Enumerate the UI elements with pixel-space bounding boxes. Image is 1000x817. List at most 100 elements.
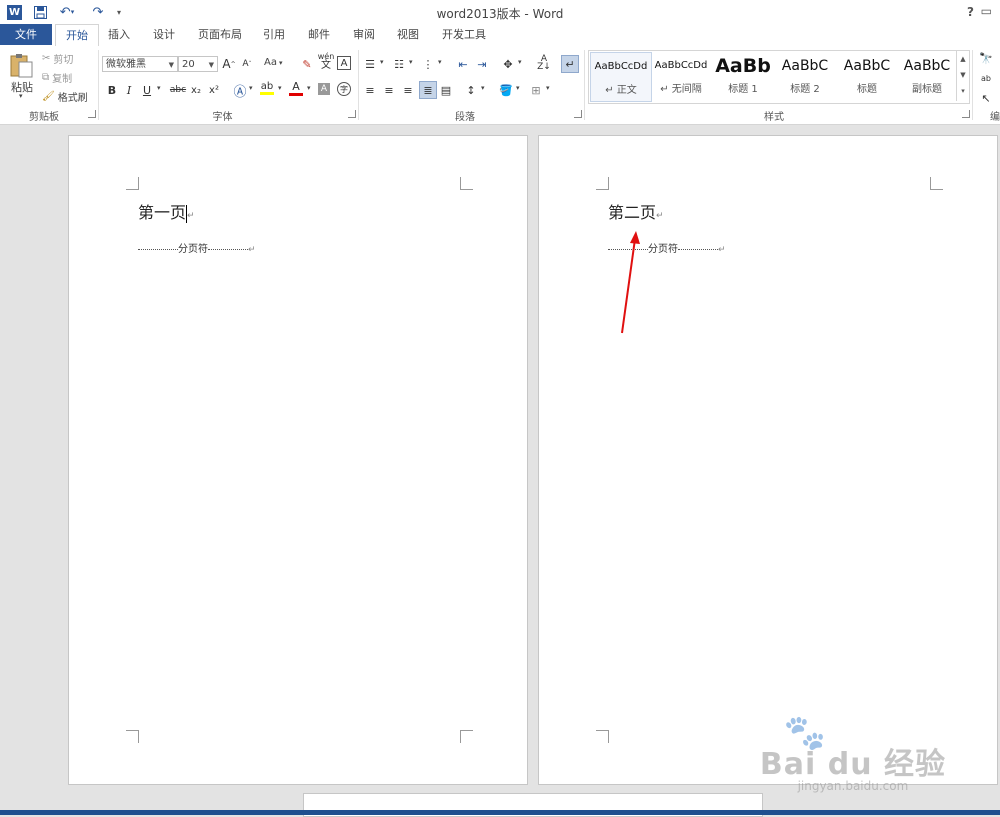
- tab-insert[interactable]: 插入: [103, 24, 135, 45]
- distributed-icon[interactable]: ▤: [438, 82, 454, 98]
- page-1[interactable]: 第一页↵ 分页符 ↵: [68, 135, 528, 785]
- underline-dropdown-icon[interactable]: ▾: [157, 84, 161, 92]
- multilevel-list-icon[interactable]: ⋮: [420, 56, 436, 72]
- chinese-layout-icon[interactable]: ✥: [500, 56, 516, 72]
- font-size-combo[interactable]: 20 ▼: [178, 56, 218, 72]
- tab-design[interactable]: 设计: [148, 24, 180, 45]
- strikethrough-button[interactable]: abc: [168, 82, 188, 98]
- increase-indent-icon[interactable]: ⇥: [474, 56, 490, 72]
- bullets-dropdown-icon[interactable]: ▾: [380, 58, 384, 66]
- paragraph-mark-icon: ↵: [248, 245, 256, 255]
- show-hide-marks-icon[interactable]: ↵: [561, 55, 579, 73]
- borders-icon[interactable]: ⊞: [528, 82, 544, 98]
- shading-dropdown-icon[interactable]: ▾: [516, 84, 520, 92]
- tab-developer[interactable]: 开发工具: [437, 24, 491, 45]
- text-effects-icon[interactable]: Ⓐ: [232, 82, 248, 100]
- cut-button[interactable]: ✂ 剪切: [42, 51, 73, 66]
- format-painter-button[interactable]: 🖌 格式刷: [42, 89, 88, 104]
- sort-icon[interactable]: A Z↓: [536, 55, 552, 72]
- styles-launcher-icon[interactable]: [962, 110, 970, 118]
- align-center-icon[interactable]: ≡: [381, 82, 397, 98]
- superscript-button[interactable]: x²: [206, 82, 222, 98]
- crop-mark: [596, 730, 609, 743]
- crop-mark: [126, 177, 139, 190]
- line-spacing-dropdown-icon[interactable]: ▾: [481, 84, 485, 92]
- multilevel-dropdown-icon[interactable]: ▾: [438, 58, 442, 66]
- clear-formatting-icon[interactable]: ✎: [299, 56, 315, 72]
- tab-review[interactable]: 审阅: [348, 24, 380, 45]
- style-preview: AaBbC: [781, 58, 829, 74]
- group-divider: [584, 50, 585, 120]
- justify-icon[interactable]: ≣: [419, 81, 437, 99]
- line-spacing-icon[interactable]: ↕: [463, 82, 479, 98]
- scroll-up-icon[interactable]: ▲: [957, 51, 969, 67]
- tab-file[interactable]: 文件: [0, 24, 52, 45]
- copy-button[interactable]: ⧉ 复制: [42, 70, 72, 85]
- bold-button[interactable]: B: [104, 82, 120, 98]
- page-1-heading[interactable]: 第一页↵: [138, 199, 195, 223]
- chinese-layout-dropdown-icon[interactable]: ▾: [518, 58, 522, 66]
- tab-view[interactable]: 视图: [392, 24, 424, 45]
- character-border-icon[interactable]: A: [337, 56, 351, 70]
- character-shading-icon[interactable]: A: [318, 83, 330, 95]
- font-size-value: 20: [182, 59, 195, 70]
- font-color-icon: A: [292, 80, 300, 93]
- help-button[interactable]: ?: [967, 5, 974, 19]
- paragraph-launcher-icon[interactable]: [574, 110, 582, 118]
- find-icon[interactable]: 🔭: [978, 50, 994, 66]
- subscript-button[interactable]: x₂: [188, 82, 204, 98]
- style-normal[interactable]: AaBbCcDd ↵ 正文: [590, 52, 652, 102]
- style-title[interactable]: AaBbC 标题: [837, 52, 897, 100]
- enclose-characters-icon[interactable]: 字: [337, 82, 351, 96]
- align-right-icon[interactable]: ≡: [400, 82, 416, 98]
- annotation-arrow: [621, 231, 640, 334]
- more-styles-icon[interactable]: ▾: [957, 83, 969, 99]
- page-2-heading[interactable]: 第二页↵: [608, 199, 664, 223]
- shrink-font-button[interactable]: Aˇ: [239, 56, 255, 72]
- font-launcher-icon[interactable]: [348, 110, 356, 118]
- tab-references[interactable]: 引用: [258, 24, 290, 45]
- highlight-button[interactable]: ab: [259, 80, 275, 96]
- tab-home[interactable]: 开始: [55, 24, 99, 47]
- font-color-dropdown-icon[interactable]: ▾: [307, 84, 311, 92]
- style-heading-1[interactable]: AaBb 标题 1: [713, 52, 773, 100]
- styles-scroll[interactable]: ▲ ▼ ▾: [956, 51, 969, 101]
- document-area[interactable]: 第一页↵ 分页符 ↵ 第二页↵ 分页符 ↵: [0, 125, 1000, 815]
- bullets-icon[interactable]: ☰: [362, 56, 378, 72]
- align-left-icon[interactable]: ≡: [362, 82, 378, 98]
- italic-button[interactable]: I: [121, 82, 137, 98]
- decrease-indent-icon[interactable]: ⇤: [455, 56, 471, 72]
- paste-dropdown-icon[interactable]: ▾: [19, 92, 23, 100]
- tab-page-layout[interactable]: 页面布局: [193, 24, 247, 45]
- replace-icon[interactable]: ab: [978, 70, 994, 86]
- font-color-button[interactable]: A: [288, 80, 304, 96]
- change-case-button[interactable]: Aa ▾: [264, 57, 282, 68]
- cut-label: 剪切: [53, 55, 74, 66]
- numbering-dropdown-icon[interactable]: ▾: [409, 58, 413, 66]
- text-effects-dropdown-icon[interactable]: ▾: [249, 84, 253, 92]
- numbering-icon[interactable]: ☷: [391, 56, 407, 72]
- watermark: 🐾 Bai du 经验 jingyan.baidu.com: [760, 713, 946, 793]
- borders-dropdown-icon[interactable]: ▾: [546, 84, 550, 92]
- style-no-spacing[interactable]: AaBbCcDd ↵ 无间隔: [651, 52, 711, 100]
- select-icon[interactable]: ↖: [978, 90, 994, 106]
- phonetic-guide-button[interactable]: wén 文: [318, 52, 335, 71]
- tab-mailings[interactable]: 邮件: [303, 24, 335, 45]
- font-color-swatch: [289, 93, 303, 96]
- style-name: 标题: [857, 84, 877, 95]
- shading-icon[interactable]: 🪣: [498, 82, 514, 98]
- style-preview: AaBbC: [843, 58, 891, 74]
- restore-ribbon-icon[interactable]: ▭: [981, 4, 992, 18]
- highlight-color-swatch: [260, 92, 274, 95]
- font-name-combo[interactable]: 微软雅黑 ▼: [102, 56, 178, 72]
- style-preview: AaBbC: [903, 58, 951, 74]
- highlight-dropdown-icon[interactable]: ▾: [278, 84, 282, 92]
- crop-mark: [930, 177, 943, 190]
- scroll-down-icon[interactable]: ▼: [957, 67, 969, 83]
- clipboard-paste-icon[interactable]: [8, 52, 38, 78]
- underline-button[interactable]: U: [139, 82, 155, 98]
- style-subtitle[interactable]: AaBbC 副标题: [897, 52, 957, 100]
- style-heading-2[interactable]: AaBbC 标题 2: [775, 52, 835, 100]
- grow-font-button[interactable]: A ^: [221, 56, 237, 72]
- clipboard-launcher-icon[interactable]: [88, 110, 96, 118]
